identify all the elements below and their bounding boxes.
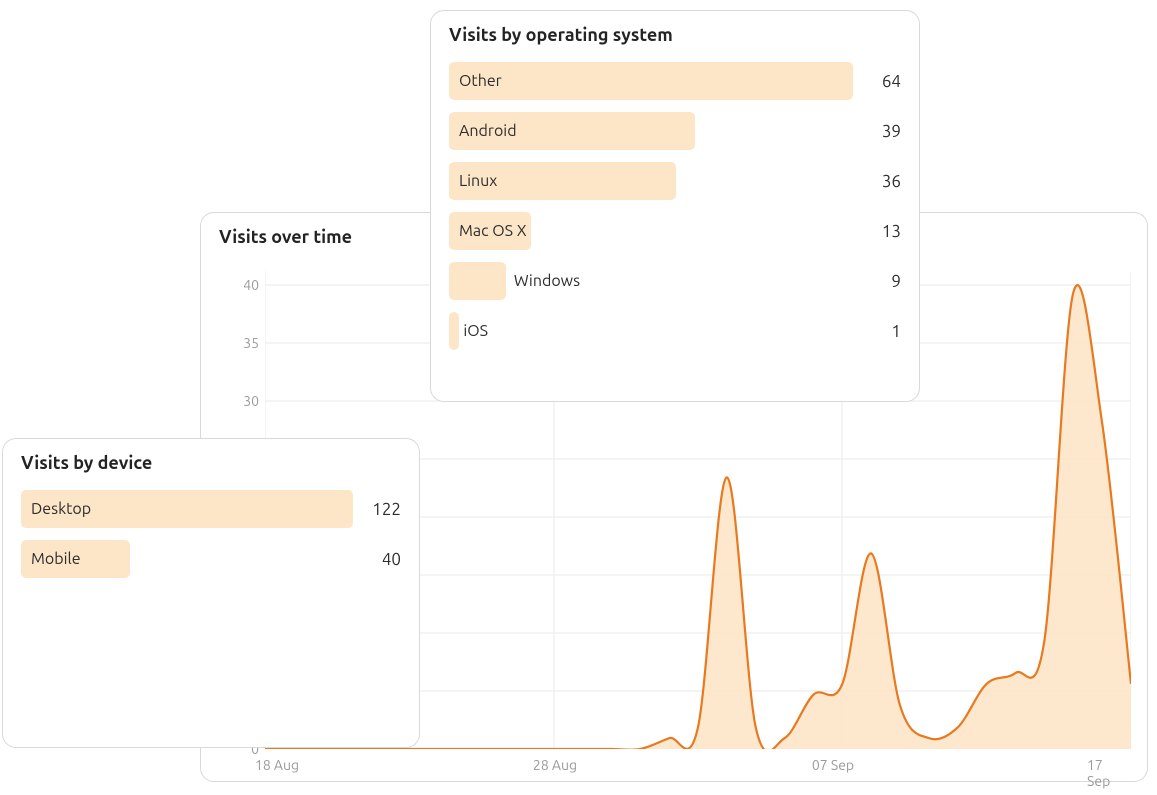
os-bar-value: 64	[853, 72, 901, 91]
device-bar-value: 40	[353, 550, 401, 569]
device-bar[interactable]: Mobile	[21, 540, 353, 578]
visits-by-os-card: Visits by operating system Other64 Androi…	[430, 10, 920, 402]
os-bar[interactable]: iOS	[449, 312, 853, 350]
x-tick-2: 28 Aug	[533, 757, 577, 773]
os-bar-fill: Mac OS X	[449, 212, 531, 250]
os-row: Linux 36	[449, 159, 901, 203]
os-bar-fill	[449, 262, 506, 300]
os-bar-fill: Other	[449, 62, 853, 100]
os-row: Windows 9	[449, 259, 901, 303]
os-bar[interactable]: Windows	[449, 262, 853, 300]
y-tick-35: 35	[219, 335, 259, 351]
os-bar-fill	[449, 312, 459, 350]
os-bar-fill: Linux	[449, 162, 676, 200]
device-row: Desktop122	[21, 487, 401, 531]
os-bar[interactable]: Mac OS X	[449, 212, 853, 250]
os-bar[interactable]: Other	[449, 62, 853, 100]
os-bar[interactable]: Android	[449, 112, 853, 150]
x-tick-3: 07 Sep	[812, 757, 854, 773]
visits-by-device-card: Visits by device Desktop122 Mobile 40	[2, 438, 420, 748]
os-row: Android 39	[449, 109, 901, 153]
os-bar-value: 39	[853, 122, 901, 141]
device-bar[interactable]: Desktop	[21, 490, 353, 528]
y-tick-30: 30	[219, 393, 259, 409]
os-bar-label: iOS	[463, 312, 488, 350]
os-bar[interactable]: Linux	[449, 162, 853, 200]
os-bar-value: 9	[853, 272, 901, 291]
os-row: Other64	[449, 59, 901, 103]
device-bar-fill: Desktop	[21, 490, 353, 528]
os-row: Mac OS X 13	[449, 209, 901, 253]
device-bar-fill: Mobile	[21, 540, 130, 578]
os-bar-value: 36	[853, 172, 901, 191]
os-bar-value: 13	[853, 222, 901, 241]
os-bar-value: 1	[853, 322, 901, 341]
device-row: Mobile 40	[21, 537, 401, 581]
os-bar-list: Other64 Android 39 Linux 36 Mac OS X 13 Windows…	[449, 59, 901, 353]
os-bar-fill: Android	[449, 112, 695, 150]
visits-by-device-title: Visits by device	[21, 453, 401, 473]
x-tick-1: 18 Aug	[255, 757, 299, 773]
y-tick-40: 40	[219, 277, 259, 293]
visits-by-os-title: Visits by operating system	[449, 25, 901, 45]
device-bar-value: 122	[353, 500, 401, 519]
os-row: iOS 1	[449, 309, 901, 353]
os-bar-label: Windows	[514, 262, 580, 300]
x-tick-4: 17 Sep	[1087, 757, 1117, 789]
device-bar-list: Desktop122 Mobile 40	[21, 487, 401, 581]
